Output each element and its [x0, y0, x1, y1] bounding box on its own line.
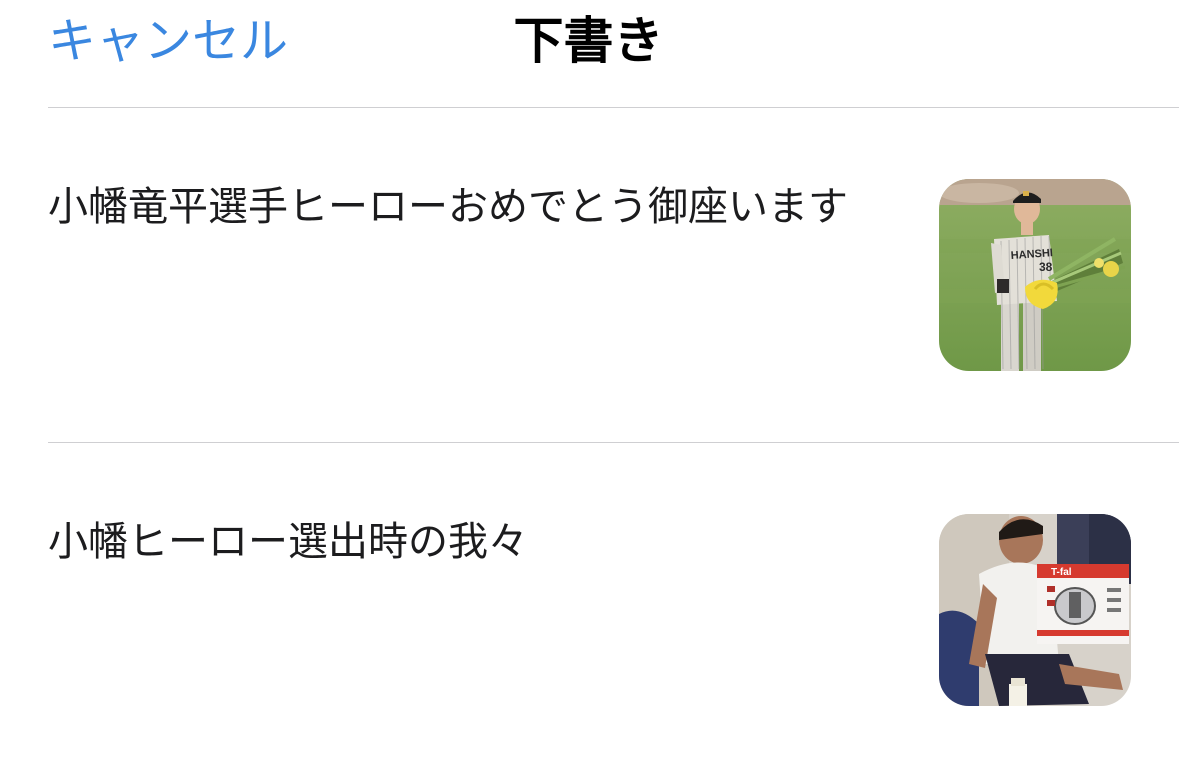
draft-text: 小幡竜平選手ヒーローおめでとう御座います: [48, 184, 848, 230]
draft-text: 小幡ヒーロー選出時の我々: [48, 519, 528, 565]
svg-text:T-fal: T-fal: [1051, 567, 1072, 578]
drafts-screen: キャンセル 下書き 小幡竜平選手ヒーローおめでとう御座います HANSHI 38…: [0, 0, 1179, 775]
page-title-text: 下書き: [513, 12, 664, 70]
page-title: 下書き: [0, 10, 1179, 72]
draft-photo-thumbnail: T-fal: [939, 514, 1131, 706]
celebration-photo: T-fal: [939, 514, 1131, 706]
draft-photo-thumbnail: HANSHI 38: [939, 179, 1131, 371]
draft-list-item[interactable]: 小幡竜平選手ヒーローおめでとう御座います HANSHI 38: [0, 108, 1179, 442]
svg-text:38: 38: [1039, 260, 1053, 274]
draft-list-item[interactable]: 小幡ヒーロー選出時の我々 T-fal: [0, 443, 1179, 775]
navigation-bar: キャンセル 下書き: [0, 0, 1179, 107]
baseball-player-photo: HANSHI 38: [939, 179, 1131, 371]
